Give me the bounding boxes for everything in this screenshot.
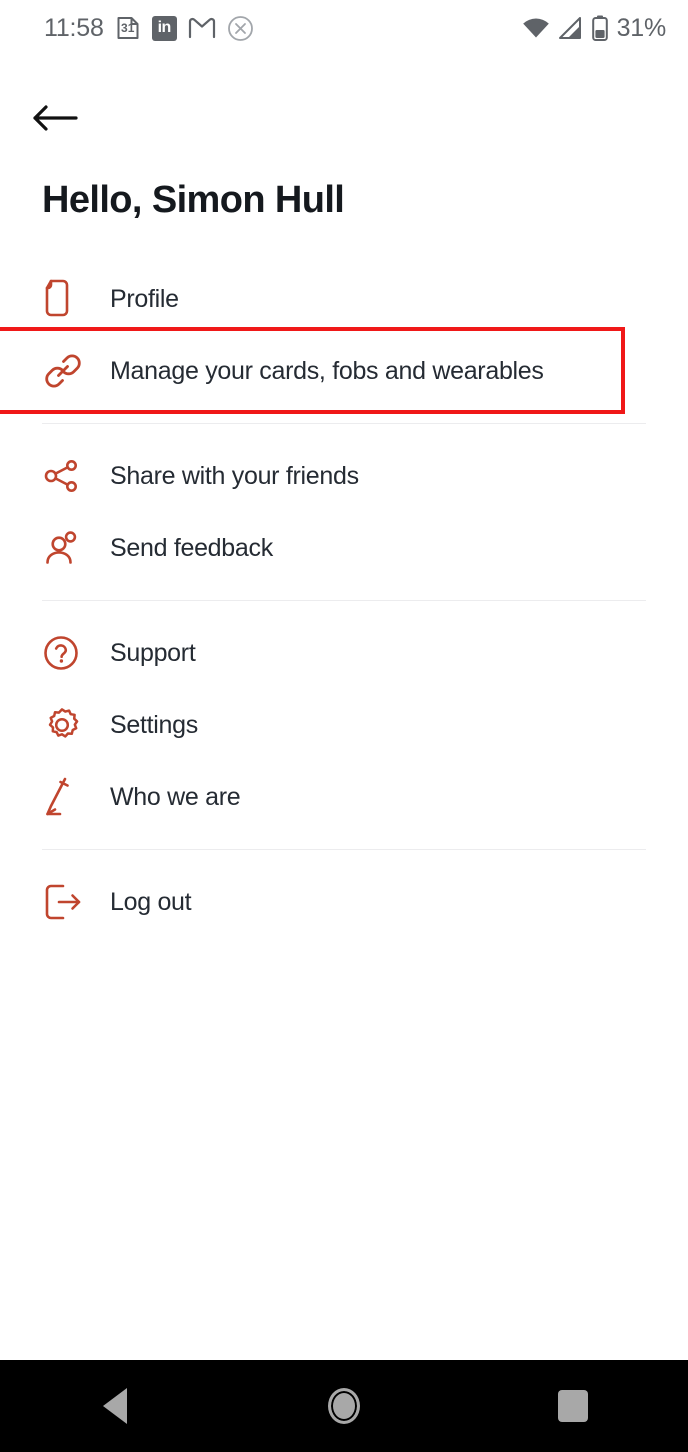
link-icon: [42, 349, 86, 393]
menu-item-label: Share with your friends: [110, 462, 359, 490]
menu-item-label: Send feedback: [110, 534, 273, 562]
menu-item-manage-cards[interactable]: Manage your cards, fobs and wearables: [0, 327, 688, 414]
menu-item-settings[interactable]: Settings: [0, 689, 688, 761]
status-time: 11:58: [44, 13, 104, 42]
share-icon: [42, 454, 86, 498]
android-navigation-bar: [0, 1360, 688, 1452]
page-title: Hello, Simon Hull: [42, 179, 345, 221]
logout-icon: [42, 880, 86, 924]
menu-item-support[interactable]: Support: [0, 617, 688, 689]
close-circle-icon: [227, 15, 254, 42]
battery-icon: [591, 15, 608, 41]
back-triangle-icon: [102, 1388, 127, 1424]
document-icon: [42, 277, 86, 321]
status-bar-right: 31%: [522, 15, 666, 41]
menu-divider: [42, 849, 646, 850]
menu-item-log-out[interactable]: Log out: [0, 866, 688, 938]
menu-item-label: Support: [110, 639, 196, 667]
battery-percent: 31%: [616, 13, 667, 42]
nav-back-button[interactable]: [60, 1360, 170, 1452]
nav-home-button[interactable]: [289, 1360, 399, 1452]
recents-square-icon: [558, 1390, 589, 1422]
menu-item-label: Log out: [110, 888, 192, 916]
menu-item-label: Settings: [110, 711, 198, 739]
back-arrow-icon: [33, 105, 78, 131]
calendar-day-number: 31: [121, 20, 135, 35]
wifi-icon: [522, 17, 550, 39]
gmail-icon: [188, 17, 216, 39]
status-bar-left: 11:58 31 in: [44, 15, 254, 42]
menu-item-profile[interactable]: Profile: [0, 263, 688, 335]
back-button[interactable]: [32, 96, 88, 140]
app-screen: 11:58 31 in 31% Hello, Simon Hull Profil…: [0, 0, 688, 1452]
menu-item-label: Profile: [110, 285, 179, 313]
linkedin-label: in: [157, 19, 172, 36]
gear-icon: [42, 703, 86, 747]
menu-divider: [42, 600, 646, 601]
menu-item-label: Manage your cards, fobs and wearables: [110, 357, 544, 385]
menu-item-send-feedback[interactable]: Send feedback: [0, 512, 688, 584]
people-icon: [42, 526, 86, 570]
menu-divider: [42, 423, 646, 424]
linkedin-icon: in: [151, 15, 177, 41]
menu-list: Profile Manage your cards, fobs and wear…: [0, 263, 688, 938]
home-circle-icon: [327, 1388, 360, 1424]
nav-recents-button[interactable]: [518, 1360, 628, 1452]
pen-icon: [42, 775, 86, 819]
calendar-icon: 31: [115, 15, 141, 41]
menu-item-share[interactable]: Share with your friends: [0, 440, 688, 512]
cellular-signal-icon: [558, 17, 583, 39]
menu-item-who-we-are[interactable]: Who we are: [0, 761, 688, 833]
question-circle-icon: [42, 631, 86, 675]
status-bar: 11:58 31 in 31%: [0, 0, 688, 56]
menu-item-label: Who we are: [110, 783, 241, 811]
